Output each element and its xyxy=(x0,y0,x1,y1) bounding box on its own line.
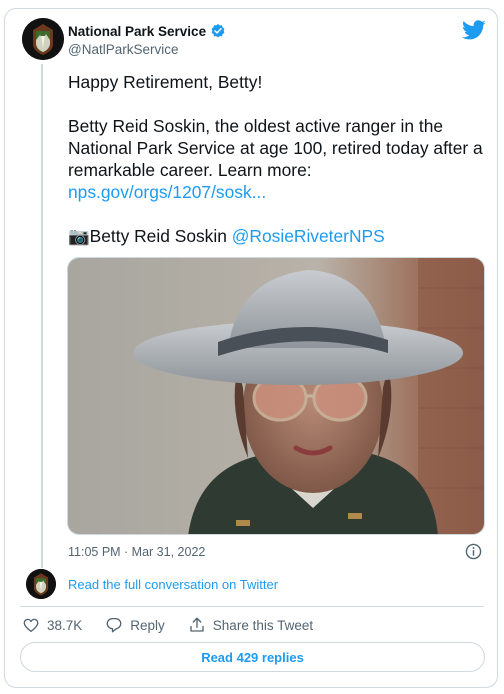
tweet-line-greeting: Happy Retirement, Betty! xyxy=(68,72,263,92)
action-bar: 38.7K Reply Share this Tweet xyxy=(22,616,336,634)
photo-credit-name: Betty Reid Soskin xyxy=(89,226,227,246)
avatar[interactable] xyxy=(22,18,64,60)
ranger-portrait-image xyxy=(68,258,484,534)
read-conversation-link[interactable]: Read the full conversation on Twitter xyxy=(68,577,278,592)
like-button[interactable]: 38.7K xyxy=(22,616,82,634)
tweet-line-body: Betty Reid Soskin, the oldest active ran… xyxy=(68,115,488,203)
author-row[interactable]: National Park Service xyxy=(68,23,226,39)
reply-button[interactable]: Reply xyxy=(105,616,165,634)
tweet-body-text: Betty Reid Soskin, the oldest active ran… xyxy=(68,116,483,180)
display-name[interactable]: National Park Service xyxy=(68,24,206,39)
article-link[interactable]: nps.gov/orgs/1207/sosk... xyxy=(68,182,266,202)
nps-arrowhead-logo xyxy=(22,18,64,60)
reply-label: Reply xyxy=(130,617,165,633)
thread-line xyxy=(41,64,43,568)
heart-icon xyxy=(23,618,39,633)
reply-icon xyxy=(106,617,122,633)
share-label: Share this Tweet xyxy=(212,617,314,633)
divider xyxy=(20,606,484,607)
like-count: 38.7K xyxy=(47,617,83,633)
tweet-photo[interactable] xyxy=(67,257,485,535)
mention-link[interactable]: @RosieRiveterNPS xyxy=(232,226,385,246)
info-icon[interactable] xyxy=(465,543,482,560)
verified-badge-icon xyxy=(211,24,225,38)
nps-arrowhead-logo xyxy=(26,569,56,599)
photo-credit-line: 📷Betty Reid Soskin @RosieRiveterNPS xyxy=(68,225,488,247)
tweet-text: Happy Retirement, Betty! Betty Reid Sosk… xyxy=(68,71,488,247)
camera-emoji: 📷 xyxy=(68,226,90,246)
share-icon xyxy=(190,617,204,632)
read-replies-button[interactable]: Read 429 replies xyxy=(20,642,485,672)
avatar-small[interactable] xyxy=(26,569,56,599)
tweet-timestamp[interactable]: 11:05 PM · Mar 31, 2022 xyxy=(68,545,205,559)
share-button[interactable]: Share this Tweet xyxy=(188,616,313,634)
twitter-bird-icon[interactable] xyxy=(462,18,486,42)
handle[interactable]: @NatlParkService xyxy=(68,42,179,57)
